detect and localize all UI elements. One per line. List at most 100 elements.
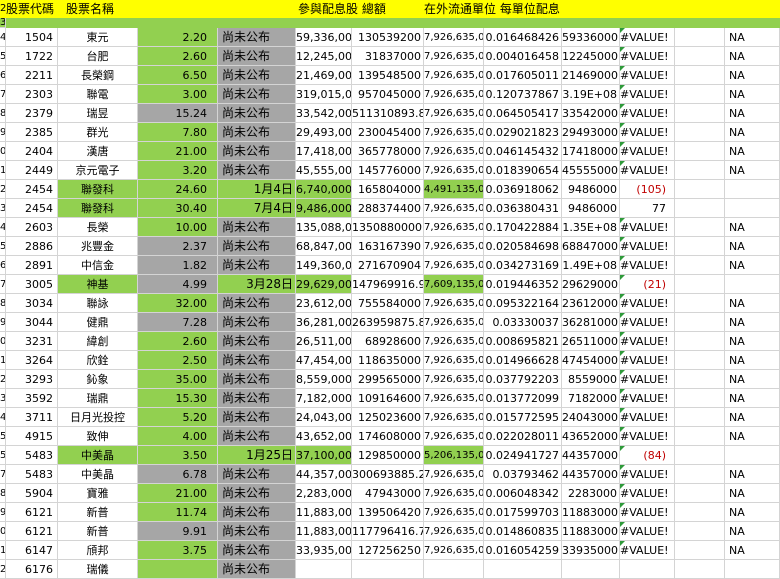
cell-status[interactable]: NA (725, 66, 780, 85)
cell-date[interactable]: 尚未公布 (218, 427, 296, 446)
cell-total[interactable]: 300693885.2 (352, 465, 424, 484)
cell-result[interactable]: #VALUE! (620, 313, 675, 332)
cell-total[interactable]: 288374400 (352, 199, 424, 218)
cell-total[interactable]: 47943000 (352, 484, 424, 503)
cell-empty[interactable] (675, 332, 725, 351)
cell-stock-name[interactable]: 瑞儀 (58, 560, 138, 579)
cell-dividend[interactable]: 11.74 (138, 503, 218, 522)
cell-shares-raw[interactable]: 45555000 (562, 161, 620, 180)
cell-shares[interactable]: 44,357,000 (296, 465, 352, 484)
cell-total[interactable]: 118635000 (352, 351, 424, 370)
cell-result[interactable]: #VALUE! (620, 123, 675, 142)
cell-outstanding[interactable]: 7,926,635,000 (424, 408, 484, 427)
cell-shares-raw[interactable]: 33935000 (562, 541, 620, 560)
cell-date[interactable]: 尚未公布 (218, 408, 296, 427)
cell-shares-raw[interactable]: 1.35E+08 (562, 218, 620, 237)
cell-per-unit[interactable]: 0.004016458 (484, 47, 562, 66)
cell-empty[interactable] (675, 28, 725, 47)
cell-dividend[interactable]: 21.00 (138, 142, 218, 161)
cell-result[interactable]: (105) (620, 180, 675, 199)
cell-outstanding[interactable]: 7,926,635,000 (424, 161, 484, 180)
cell-stock-name[interactable]: 緯創 (58, 332, 138, 351)
cell-date[interactable]: 尚未公布 (218, 256, 296, 275)
cell-total[interactable]: 511310893.8 (352, 104, 424, 123)
cell-shares-raw[interactable]: 33542000 (562, 104, 620, 123)
cell-per-unit[interactable]: 0.014966628 (484, 351, 562, 370)
cell-outstanding[interactable]: 7,926,635,000 (424, 332, 484, 351)
cell-shares[interactable]: 6,740,000 (296, 180, 352, 199)
cell-dividend[interactable]: 2.37 (138, 237, 218, 256)
cell-per-unit[interactable]: 0.095322164 (484, 294, 562, 313)
cell-shares[interactable]: 8,559,000 (296, 370, 352, 389)
column-header-outstanding[interactable]: 在外流通單位 每單位配息 (424, 0, 560, 18)
cell-outstanding[interactable]: 7,926,635,000 (424, 370, 484, 389)
cell-total[interactable]: 174608000 (352, 427, 424, 446)
cell-dividend[interactable]: 3.75 (138, 541, 218, 560)
cell-dividend[interactable]: 35.00 (138, 370, 218, 389)
cell-date[interactable]: 尚未公布 (218, 161, 296, 180)
cell-shares[interactable]: 43,652,000 (296, 427, 352, 446)
cell-total[interactable] (352, 560, 424, 579)
cell-shares[interactable]: 24,043,000 (296, 408, 352, 427)
cell-outstanding[interactable] (424, 560, 484, 579)
cell-empty[interactable] (675, 522, 725, 541)
cell-shares-raw[interactable]: 9486000 (562, 180, 620, 199)
cell-status[interactable]: NA (725, 389, 780, 408)
cell-stock-code[interactable]: 2211 (6, 66, 58, 85)
cell-stock-code[interactable]: 5904 (6, 484, 58, 503)
cell-result[interactable]: #VALUE! (620, 294, 675, 313)
cell-stock-code[interactable]: 6147 (6, 541, 58, 560)
cell-result[interactable]: #VALUE! (620, 351, 675, 370)
cell-total[interactable]: 129850000 (352, 446, 424, 465)
cell-date[interactable]: 尚未公布 (218, 66, 296, 85)
cell-stock-name[interactable]: 長榮 (58, 218, 138, 237)
cell-date[interactable]: 尚未公布 (218, 47, 296, 66)
cell-total[interactable]: 139548500 (352, 66, 424, 85)
cell-date[interactable]: 尚未公布 (218, 370, 296, 389)
cell-result[interactable]: (21) (620, 275, 675, 294)
cell-result[interactable]: #VALUE! (620, 28, 675, 47)
cell-outstanding[interactable]: 7,926,635,000 (424, 218, 484, 237)
cell-shares-raw[interactable]: 43652000 (562, 427, 620, 446)
cell-date[interactable]: 尚未公布 (218, 560, 296, 579)
cell-status[interactable]: NA (725, 408, 780, 427)
cell-stock-name[interactable]: 兆豐金 (58, 237, 138, 256)
cell-shares-raw[interactable]: 12245000 (562, 47, 620, 66)
cell-stock-code[interactable]: 3293 (6, 370, 58, 389)
cell-per-unit[interactable]: 0.017605011 (484, 66, 562, 85)
cell-shares[interactable]: 11,883,000 (296, 522, 352, 541)
cell-shares[interactable]: 29,493,000 (296, 123, 352, 142)
cell-per-unit[interactable]: 0.017599703 (484, 503, 562, 522)
cell-outstanding[interactable]: 7,926,635,000 (424, 351, 484, 370)
cell-per-unit[interactable]: 0.015772595 (484, 408, 562, 427)
cell-status[interactable]: NA (725, 47, 780, 66)
cell-outstanding[interactable]: 7,926,635,000 (424, 237, 484, 256)
cell-stock-name[interactable]: 欣銓 (58, 351, 138, 370)
cell-outstanding[interactable]: 7,926,635,000 (424, 503, 484, 522)
cell-empty[interactable] (675, 541, 725, 560)
cell-result[interactable] (620, 560, 675, 579)
cell-result[interactable]: #VALUE! (620, 142, 675, 161)
cell-result[interactable]: #VALUE! (620, 66, 675, 85)
cell-date[interactable]: 尚未公布 (218, 237, 296, 256)
cell-stock-code[interactable]: 3231 (6, 332, 58, 351)
cell-stock-code[interactable]: 3711 (6, 408, 58, 427)
cell-stock-code[interactable]: 3005 (6, 275, 58, 294)
cell-empty[interactable] (675, 66, 725, 85)
cell-shares-raw[interactable]: 24043000 (562, 408, 620, 427)
cell-shares[interactable]: 21,469,000 (296, 66, 352, 85)
cell-stock-name[interactable]: 瑞昱 (58, 104, 138, 123)
cell-result[interactable]: #VALUE! (620, 218, 675, 237)
cell-status[interactable]: NA (725, 161, 780, 180)
cell-dividend[interactable]: 15.30 (138, 389, 218, 408)
cell-per-unit[interactable]: 0.120737867 (484, 85, 562, 104)
cell-stock-name[interactable]: 中信金 (58, 256, 138, 275)
cell-stock-code[interactable]: 1504 (6, 28, 58, 47)
cell-empty[interactable] (675, 256, 725, 275)
cell-status[interactable]: NA (725, 313, 780, 332)
cell-shares[interactable]: 33,542,000 (296, 104, 352, 123)
cell-stock-name[interactable]: 中美晶 (58, 465, 138, 484)
cell-shares-raw[interactable]: 26511000 (562, 332, 620, 351)
cell-stock-name[interactable]: 新普 (58, 503, 138, 522)
cell-outstanding[interactable]: 7,926,635,000 (424, 313, 484, 332)
